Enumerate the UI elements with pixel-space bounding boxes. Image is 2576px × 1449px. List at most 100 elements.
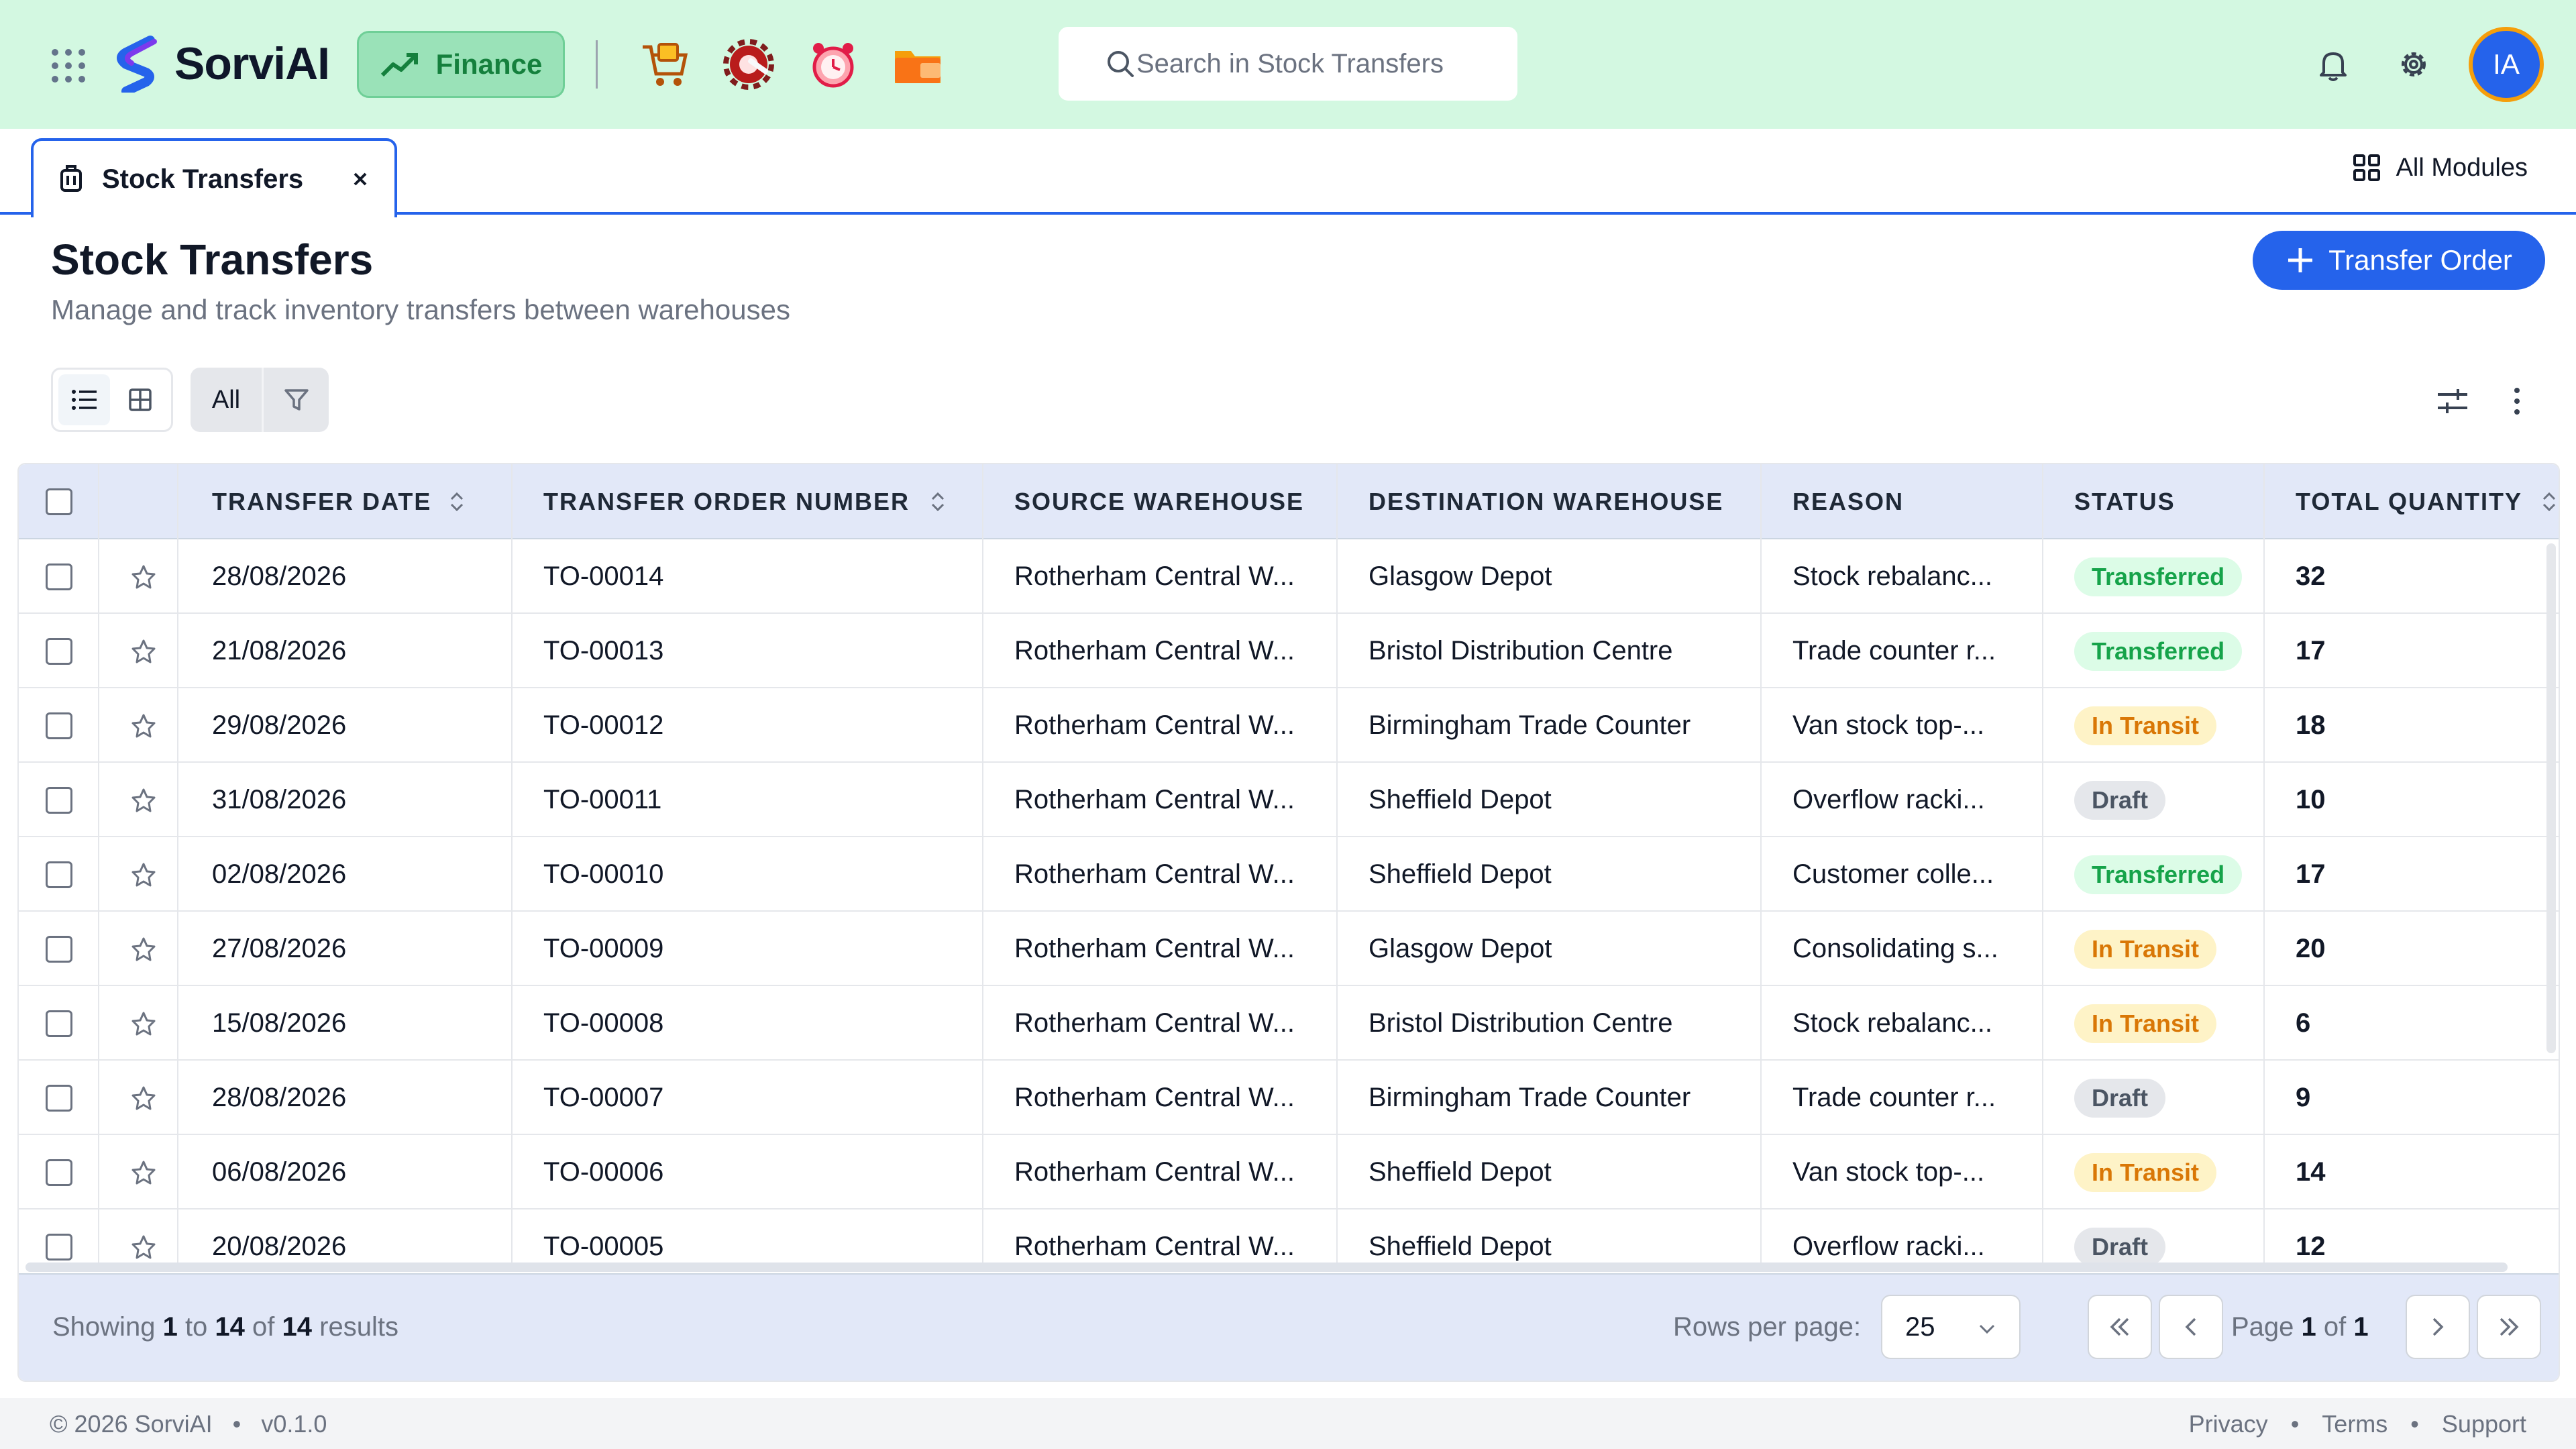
row-checkbox[interactable]	[46, 986, 72, 1061]
user-avatar[interactable]: IA	[2469, 27, 2544, 102]
column-header-source-warehouse[interactable]: SOURCE WAREHOUSE	[1014, 464, 1304, 539]
column-header-transfer-order-number[interactable]: TRANSFER ORDER NUMBER	[543, 464, 946, 539]
filter-control[interactable]: All	[191, 368, 329, 432]
sliders-icon[interactable]	[2435, 384, 2470, 419]
table-row[interactable]: 06/08/2026 TO-00006 Rotherham Central W...…	[19, 1135, 2559, 1210]
pin-icon[interactable]	[130, 861, 157, 888]
pin-button[interactable]	[130, 1061, 157, 1135]
pin-icon[interactable]	[130, 564, 157, 590]
pin-button[interactable]	[130, 763, 157, 837]
grid-view-button[interactable]	[114, 374, 166, 425]
table-header: TRANSFER DATE TRANSFER ORDER NUMBER SOUR…	[19, 464, 2559, 539]
shopping-cart-box-icon[interactable]	[637, 38, 691, 91]
column-header-reason[interactable]: REASON	[1792, 464, 1904, 539]
table-row[interactable]: 27/08/2026 TO-00009 Rotherham Central W...…	[19, 912, 2559, 986]
pin-button[interactable]	[130, 1135, 157, 1210]
column-header-total-quantity[interactable]: TOTAL QUANTITY	[2296, 464, 2557, 539]
gear-wrench-icon[interactable]	[722, 38, 775, 91]
cell-transfer-order-number: TO-00013	[543, 636, 664, 665]
search-input[interactable]	[1136, 48, 1512, 79]
table-row[interactable]: 31/08/2026 TO-00011 Rotherham Central W...…	[19, 763, 2559, 837]
more-vertical-icon[interactable]	[2500, 384, 2534, 419]
pin-icon[interactable]	[130, 936, 157, 963]
row-checkbox[interactable]	[46, 688, 72, 763]
column-header-destination-warehouse[interactable]: DESTINATION WAREHOUSE	[1368, 464, 1723, 539]
gear-icon[interactable]	[2394, 44, 2434, 85]
table-row[interactable]: 02/08/2026 TO-00010 Rotherham Central W...…	[19, 837, 2559, 912]
table-row[interactable]: 15/08/2026 TO-00008 Rotherham Central W...…	[19, 986, 2559, 1061]
sort-icon[interactable]	[930, 488, 946, 515]
pin-button[interactable]	[130, 986, 157, 1061]
row-checkbox[interactable]	[46, 912, 72, 986]
cell-status: In Transit	[2074, 986, 2217, 1061]
sort-icon[interactable]	[449, 488, 465, 515]
table-row[interactable]: 28/08/2026 TO-00007 Rotherham Central W...…	[19, 1061, 2559, 1135]
cell-transfer-date: 28/08/2026	[212, 1083, 347, 1112]
footer: © 2026 SorviAI • v0.1.0 Privacy • Terms …	[0, 1398, 2576, 1449]
previous-page-button[interactable]	[2159, 1295, 2223, 1359]
pin-icon[interactable]	[130, 1159, 157, 1186]
pin-icon[interactable]	[130, 1085, 157, 1112]
filter-all-label[interactable]: All	[191, 386, 262, 415]
table-row[interactable]: 21/08/2026 TO-00013 Rotherham Central W...…	[19, 614, 2559, 688]
column-header-status[interactable]: STATUS	[2074, 464, 2176, 539]
pin-button[interactable]	[130, 1210, 157, 1269]
new-transfer-order-label: Transfer Order	[2328, 244, 2512, 276]
column-header-transfer-date[interactable]: TRANSFER DATE	[212, 464, 465, 539]
rows-per-page-select[interactable]: 25	[1881, 1295, 2021, 1359]
support-link[interactable]: Support	[2442, 1410, 2526, 1438]
pin-button[interactable]	[130, 614, 157, 688]
cell-reason: Trade counter r...	[1792, 1083, 1996, 1112]
row-checkbox[interactable]	[46, 837, 72, 912]
row-checkbox[interactable]	[46, 1061, 72, 1135]
cell-source-warehouse: Rotherham Central W...	[1014, 934, 1295, 963]
avatar-initials: IA	[2493, 48, 2520, 80]
bell-icon[interactable]	[2313, 44, 2353, 85]
list-view-button[interactable]	[58, 374, 110, 425]
select-all-checkbox[interactable]	[46, 464, 72, 539]
terms-link[interactable]: Terms	[2322, 1410, 2387, 1438]
app-launcher-icon[interactable]	[51, 48, 86, 83]
cell-reason: Customer colle...	[1792, 859, 1994, 889]
filter-button[interactable]	[264, 386, 329, 413]
pin-button[interactable]	[130, 912, 157, 986]
brand-logo[interactable]: SorviAI	[111, 35, 330, 93]
pin-button[interactable]	[130, 837, 157, 912]
pin-button[interactable]	[130, 688, 157, 763]
pin-icon[interactable]	[130, 1234, 157, 1260]
table-row[interactable]: 28/08/2026 TO-00014 Rotherham Central W...…	[19, 539, 2559, 614]
pin-icon[interactable]	[130, 638, 157, 665]
new-transfer-order-button[interactable]: Transfer Order	[2253, 231, 2545, 290]
chevron-right-icon	[2432, 1318, 2444, 1336]
table-row[interactable]: 20/08/2026 TO-00005 Rotherham Central W...…	[19, 1210, 2559, 1269]
vertical-scrollbar[interactable]	[2546, 543, 2556, 1053]
row-checkbox[interactable]	[46, 539, 72, 614]
table-row[interactable]: 29/08/2026 TO-00012 Rotherham Central W...…	[19, 688, 2559, 763]
search-bar[interactable]	[1059, 27, 1517, 101]
view-toggle	[51, 368, 173, 432]
footer-left: © 2026 SorviAI • v0.1.0	[50, 1410, 327, 1438]
cell-total-quantity: 10	[2296, 785, 2326, 814]
trend-up-icon	[380, 53, 418, 77]
privacy-link[interactable]: Privacy	[2189, 1410, 2268, 1438]
pin-icon[interactable]	[130, 712, 157, 739]
sort-icon[interactable]	[2541, 488, 2557, 515]
alarm-clock-icon[interactable]	[806, 38, 860, 91]
row-checkbox[interactable]	[46, 1210, 72, 1269]
next-page-button[interactable]	[2406, 1295, 2470, 1359]
tab-stock-transfers[interactable]: Stock Transfers	[31, 138, 397, 217]
module-switcher-button[interactable]: Finance	[357, 31, 565, 98]
row-checkbox[interactable]	[46, 763, 72, 837]
row-checkbox[interactable]	[46, 614, 72, 688]
status-badge: In Transit	[2074, 929, 2217, 969]
first-page-button[interactable]	[2088, 1295, 2152, 1359]
close-icon[interactable]	[350, 169, 370, 189]
all-modules-button[interactable]: All Modules	[2352, 153, 2528, 182]
last-page-button[interactable]	[2477, 1295, 2541, 1359]
pin-button[interactable]	[130, 539, 157, 614]
pin-icon[interactable]	[130, 787, 157, 814]
folder-briefcase-icon[interactable]	[891, 38, 945, 91]
row-checkbox[interactable]	[46, 1135, 72, 1210]
horizontal-scrollbar[interactable]	[25, 1263, 2508, 1272]
pin-icon[interactable]	[130, 1010, 157, 1037]
